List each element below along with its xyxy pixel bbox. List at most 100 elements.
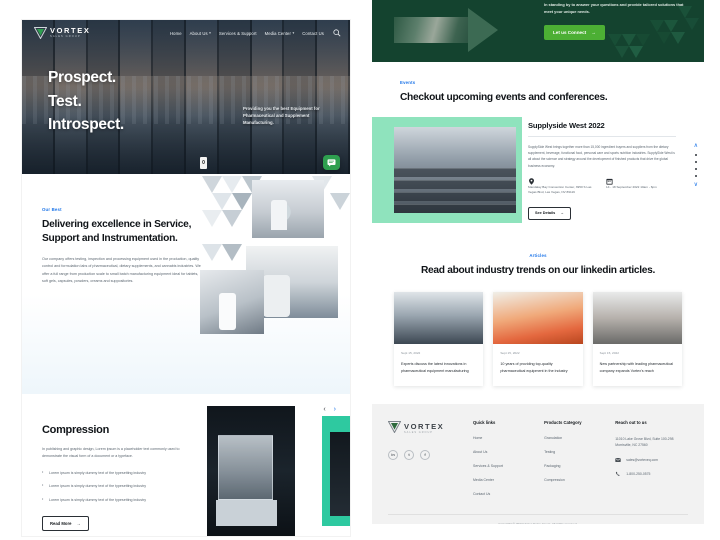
- nav-label: Contact Us: [302, 30, 324, 36]
- section-body: In publishing and graphic design, Lorem …: [42, 447, 180, 458]
- footer-email: sales@vortexeq.com: [626, 457, 658, 462]
- carousel-dot[interactable]: [694, 161, 697, 163]
- event-carousel-nav: ∧ ∨: [694, 143, 698, 188]
- lab-photo-3: [200, 270, 264, 334]
- section-heading: Read about industry trends on our linked…: [420, 265, 656, 276]
- footer-contact: Reach out to us 11010 Lake Grove Blvd, S…: [615, 420, 688, 506]
- hero-line-2: Test.: [48, 92, 82, 110]
- search-icon[interactable]: [332, 29, 341, 38]
- logo-tagline: SALES GROUP: [404, 430, 433, 434]
- machine-base: [215, 499, 278, 526]
- nav-item-contact-us[interactable]: Contact Us: [302, 31, 324, 36]
- date-text: 14 - 18 September 2022 10am - 6pm: [606, 184, 657, 189]
- machine-glass-panel: [218, 434, 273, 500]
- button-label: See Details: [535, 211, 556, 216]
- section-eyebrow: Articles: [529, 253, 547, 258]
- carousel-dot[interactable]: [694, 168, 697, 170]
- column-heading: Quick links: [473, 419, 496, 425]
- article-thumbnail: [394, 292, 484, 344]
- nav-label: Services & Support: [218, 30, 257, 36]
- nav-item-home[interactable]: Home: [170, 31, 182, 36]
- footer-link-media-center[interactable]: Media Center: [473, 478, 530, 482]
- section-eyebrow: Our Best: [42, 207, 62, 212]
- article-card[interactable]: Sept 15, 2022 Experts discuss the latest…: [394, 292, 484, 386]
- footer-phone-row[interactable]: 1-800-250-0575: [615, 471, 688, 477]
- footer-link-testing[interactable]: Testing: [544, 450, 601, 454]
- nav-item-media-center[interactable]: Media Center ▾: [265, 31, 295, 36]
- footer-link-services-support[interactable]: Services & Support: [473, 464, 530, 468]
- event-date: 14 - 18 September 2022 10am - 6pm: [606, 178, 670, 196]
- excellence-section: Our Best Delivering excellence in Servic…: [22, 174, 350, 394]
- nav-item-about-us[interactable]: About Us ▾: [190, 31, 211, 36]
- read-more-button[interactable]: Read More →: [42, 516, 89, 532]
- arrow-right-icon: →: [560, 211, 565, 216]
- article-card-list: Sept 15, 2022 Experts discuss the latest…: [372, 292, 704, 386]
- footer-email-row[interactable]: sales@vortexeq.com: [615, 457, 688, 463]
- footer-link-contact-us[interactable]: Contact Us: [473, 492, 530, 496]
- article-title: New partnership with leading pharmaceuti…: [599, 362, 674, 373]
- footer-link-home[interactable]: Home: [473, 436, 530, 440]
- carousel-dot[interactable]: [694, 175, 697, 177]
- footer-link-packaging[interactable]: Packaging: [544, 464, 601, 468]
- carousel-dot[interactable]: [694, 154, 697, 156]
- article-card[interactable]: Sept 15, 2022 New partnership with leadi…: [592, 292, 682, 386]
- logo-tagline: SALES GROUP: [50, 34, 81, 38]
- footer-link-granulation[interactable]: Granulation: [544, 436, 601, 440]
- hero-section: VORTEX SALES GROUP Home About Us ▾ Servi…: [22, 20, 350, 174]
- facebook-icon[interactable]: f: [420, 449, 430, 460]
- chevron-down-icon: ▾: [209, 31, 211, 35]
- article-thumbnail: [493, 292, 583, 344]
- logo-wordmark: VORTEX: [404, 422, 445, 432]
- hero-headline: Prospect. Test. Introspect.: [48, 66, 124, 137]
- left-page-preview: VORTEX SALES GROUP Home About Us ▾ Servi…: [22, 20, 350, 536]
- chevron-down-icon[interactable]: ∨: [694, 182, 698, 188]
- hero-line-1: Prospect.: [48, 69, 116, 86]
- audience-rows: [394, 160, 516, 213]
- event-location: Mandalay Bay Convention Center, 3950 S L…: [528, 178, 592, 196]
- social-links: in t f: [388, 449, 459, 460]
- article-date: Sept 15, 2022: [500, 351, 520, 355]
- phone-icon: [615, 471, 621, 477]
- twitter-icon[interactable]: t: [404, 449, 414, 460]
- chevron-up-icon[interactable]: ∧: [694, 143, 698, 149]
- see-details-button[interactable]: See Details →: [528, 206, 572, 220]
- articles-section: Articles Read about industry trends on o…: [372, 237, 704, 404]
- article-card[interactable]: Sept 15, 2022 10 years of providing top-…: [493, 292, 583, 386]
- carousel-controls: ‹ ›: [323, 406, 336, 413]
- nav-item-services-support[interactable]: Services & Support: [219, 31, 257, 36]
- section-heading: Checkout upcoming events and conferences…: [400, 92, 608, 103]
- button-label: Let us Connect: [553, 30, 587, 36]
- event-photo: [394, 127, 516, 213]
- footer-link-compression[interactable]: Compression: [544, 478, 601, 482]
- section-heading: Delivering excellence in Service, Suppor…: [42, 219, 192, 245]
- hero-slide-indicator[interactable]: 0: [200, 157, 207, 169]
- carousel-next-icon[interactable]: ›: [334, 406, 336, 413]
- machine-body: [330, 432, 350, 516]
- section-body: Our company offers testing, inspection a…: [42, 257, 201, 283]
- linkedin-icon[interactable]: in: [388, 449, 398, 460]
- hero-tagline: Providing you the best Equipment for Pha…: [243, 106, 320, 126]
- divider: [528, 136, 676, 137]
- site-footer: VORTEX SALES GROUP in t f Quick links Ho…: [372, 403, 704, 524]
- footer-logo[interactable]: VORTEX SALES GROUP: [387, 420, 459, 438]
- copyright-text: Copyright © 2022 Vortex Sales Group. All…: [388, 513, 688, 524]
- compression-copy: Compression In publishing and graphic de…: [42, 424, 184, 532]
- event-meta: Mandalay Bay Convention Center, 3950 S L…: [528, 178, 676, 196]
- footer-products-category: Products Category Granulation Testing Pa…: [544, 420, 601, 506]
- nav-label: Media Center: [264, 30, 291, 36]
- footer-link-about-us[interactable]: About Us: [473, 450, 530, 454]
- site-header: VORTEX SALES GROUP Home About Us ▾ Servi…: [22, 20, 350, 46]
- footer-quick-links: Quick links Home About Us Services & Sup…: [473, 420, 530, 506]
- list-item: Lorem ipsum is simply dummy text of the …: [42, 482, 184, 489]
- cta-copy: In standing by to answer your questions …: [544, 2, 692, 41]
- carousel-prev-icon[interactable]: ‹: [323, 406, 325, 413]
- chevron-down-icon: ▾: [292, 31, 295, 35]
- let-us-connect-button[interactable]: Let us Connect →: [544, 25, 605, 41]
- nav-label: Home: [170, 30, 182, 36]
- footer-phone: 1-800-250-0575: [626, 471, 651, 476]
- article-date: Sept 15, 2022: [401, 351, 421, 355]
- screenshot-stage: VORTEX SALES GROUP Home About Us ▾ Servi…: [0, 0, 720, 540]
- chat-bubble-icon[interactable]: [323, 155, 340, 170]
- main-navigation: Home About Us ▾ Services & Support Media…: [170, 29, 341, 38]
- site-logo[interactable]: VORTEX SALES GROUP: [34, 27, 90, 39]
